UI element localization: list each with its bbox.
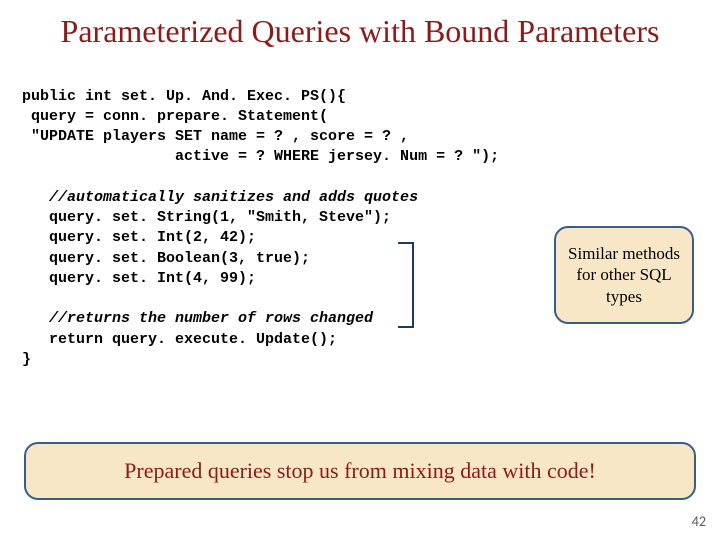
- code-line: query. set. String(1, "Smith, Steve");: [22, 209, 391, 226]
- code-line: return query. execute. Update();: [22, 331, 337, 348]
- code-line: "UPDATE players SET name = ? , score = ?…: [22, 128, 409, 145]
- summary-box: Prepared queries stop us from mixing dat…: [24, 442, 696, 500]
- code-comment: //returns the number of rows changed: [22, 310, 373, 327]
- code-line: public int set. Up. And. Exec. PS(){: [22, 88, 346, 105]
- code-line: query. set. Int(2, 42);: [22, 229, 256, 246]
- code-comment: //automatically sanitizes and adds quote…: [22, 189, 418, 206]
- code-line: query. set. Boolean(3, true);: [22, 250, 310, 267]
- code-line: query. set. Int(4, 99);: [22, 270, 256, 287]
- callout-text: Similar methods for other SQL types: [562, 243, 686, 307]
- grouping-bracket: [398, 242, 414, 328]
- page-number: 42: [692, 513, 706, 530]
- code-line: }: [22, 351, 31, 368]
- summary-text: Prepared queries stop us from mixing dat…: [124, 458, 596, 483]
- code-line: active = ? WHERE jersey. Num = ? ");: [22, 148, 499, 165]
- callout-box: Similar methods for other SQL types: [554, 226, 694, 324]
- code-line: query = conn. prepare. Statement(: [22, 108, 328, 125]
- slide-title: Parameterized Queries with Bound Paramet…: [0, 0, 720, 58]
